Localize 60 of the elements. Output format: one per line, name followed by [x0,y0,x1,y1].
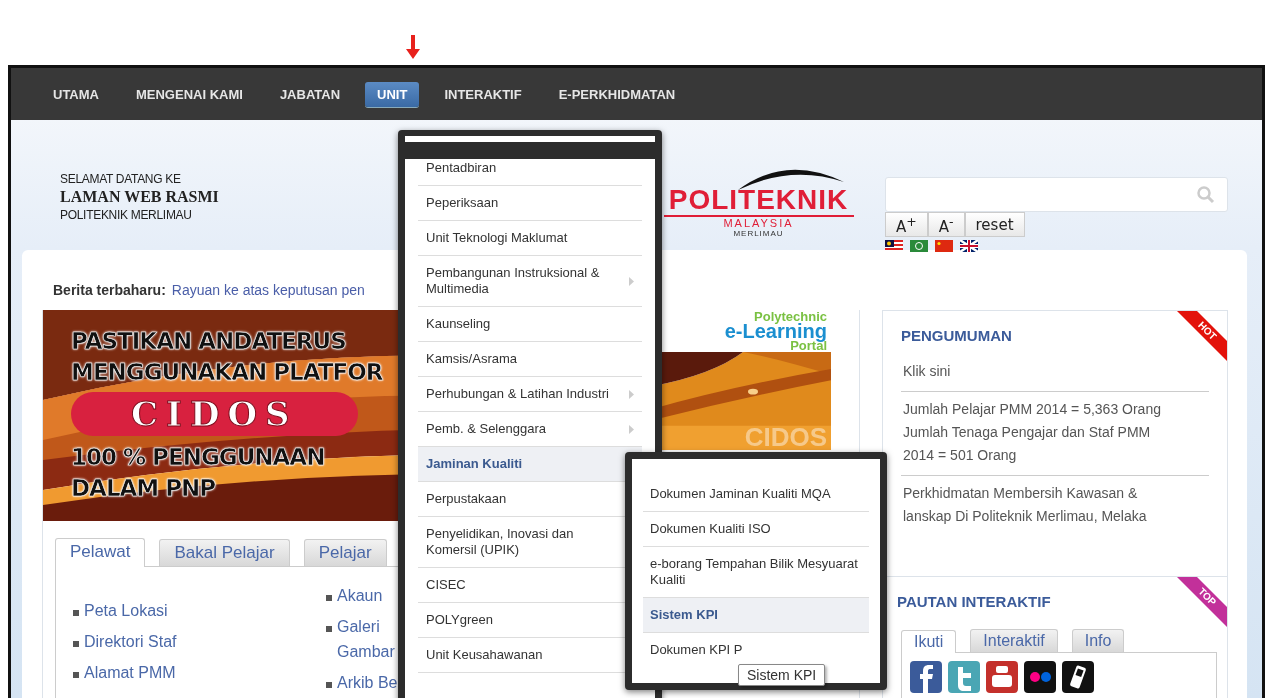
nav-item[interactable]: E-PERKHIDMATAN [546,81,688,107]
quick-link[interactable]: Peta Lokasi [84,595,168,626]
news-link[interactable]: Rayuan ke atas keputusan pen [171,282,365,298]
bullet-icon [73,610,79,616]
search-field[interactable] [885,177,1228,212]
tab[interactable]: Pelajar [303,539,387,566]
tooltip: Sistem KPI [738,664,826,686]
announcement-text[interactable]: Jumlah Pelajar PMM 2014 = 5,363 Orang [901,398,1183,421]
tab[interactable]: Pelawat [55,538,146,567]
nav-item[interactable]: UNIT [365,81,420,107]
announcement-text[interactable]: Perkhidmatan Membersih Kawasan & lanskap Di Politeknik Merlimau, Melaka [901,482,1183,528]
menu-item[interactable]: Dokumen Jaminan Kualiti MQA [643,477,869,512]
tab[interactable]: Ikuti [901,630,957,653]
nav-item[interactable]: UTAMA [41,81,111,107]
quick-link[interactable]: Direktori Staf [84,626,177,657]
institution-name: POLITEKNIK MERLIMAU [60,208,192,222]
menu-item[interactable]: Pembangunan Instruksional & Multimedia [418,256,642,307]
section-title: PAUTAN INTERAKTIF [897,593,1051,610]
portal-label: Polytechnic [754,310,827,323]
portal-brand: CIDOS [744,422,827,450]
bullet-icon [73,672,79,678]
logo-campus: MERLIMAU [733,229,784,238]
news-label: Berita terbaharu: [53,282,166,298]
tab[interactable]: Interaktif [970,629,1058,652]
bullet-icon [326,682,332,688]
site-title: LAMAN WEB RASMI [60,188,219,206]
font-size-button[interactable]: reset [964,212,1025,237]
flag-icon[interactable] [885,240,903,252]
bullet-icon [326,626,332,632]
menu-item[interactable]: Sistem KPI [643,598,869,633]
arrow-icon [406,35,420,59]
flag-icon[interactable] [960,240,978,252]
announcement-text[interactable]: Jumlah Tenaga Pengajar dan Staf PMM 2014 = 501 Orang [901,421,1183,467]
facebook-icon[interactable] [910,661,942,693]
announcement-text[interactable]: Klik sini [901,360,1183,383]
logo-subtitle: MALAYSIA [663,215,854,229]
bullet-icon [73,641,79,647]
tab[interactable]: Info [1071,629,1125,652]
menu-item[interactable]: Dokumen KPI P [643,633,869,667]
flickr-icon[interactable] [1024,661,1056,693]
phone-icon[interactable] [1062,661,1094,693]
section-title: PENGUMUMAN [901,327,1012,344]
nav-item[interactable]: MENGENAI KAMI [124,81,255,107]
quick-link[interactable]: Alamat PMM [84,657,176,688]
logo-title: POLITEKNIK [667,186,850,214]
font-size-button[interactable]: A$^{-}$ [927,212,965,237]
bullet-icon [326,595,332,601]
menu-item[interactable]: Peperiksaan [418,186,642,221]
quick-link[interactable]: Arkib Be [337,670,398,695]
font-size-button[interactable]: A$^{+}$ [885,212,928,237]
menu-item[interactable]: Unit Teknologi Maklumat [418,221,642,256]
nav-item[interactable]: INTERAKTIF [432,81,534,107]
search-icon [1197,185,1215,204]
menu-item[interactable]: Dokumen Kualiti ISO [643,512,869,547]
welcome-text: SELAMAT DATANG KE [60,172,181,186]
tab[interactable]: Bakal Pelajar [159,539,290,566]
menu-item[interactable]: Pentadbiran [418,159,642,186]
quick-link[interactable]: Akaun [337,583,383,608]
nav-item[interactable]: JABATAN [267,81,353,107]
twitter-icon[interactable] [948,661,980,693]
